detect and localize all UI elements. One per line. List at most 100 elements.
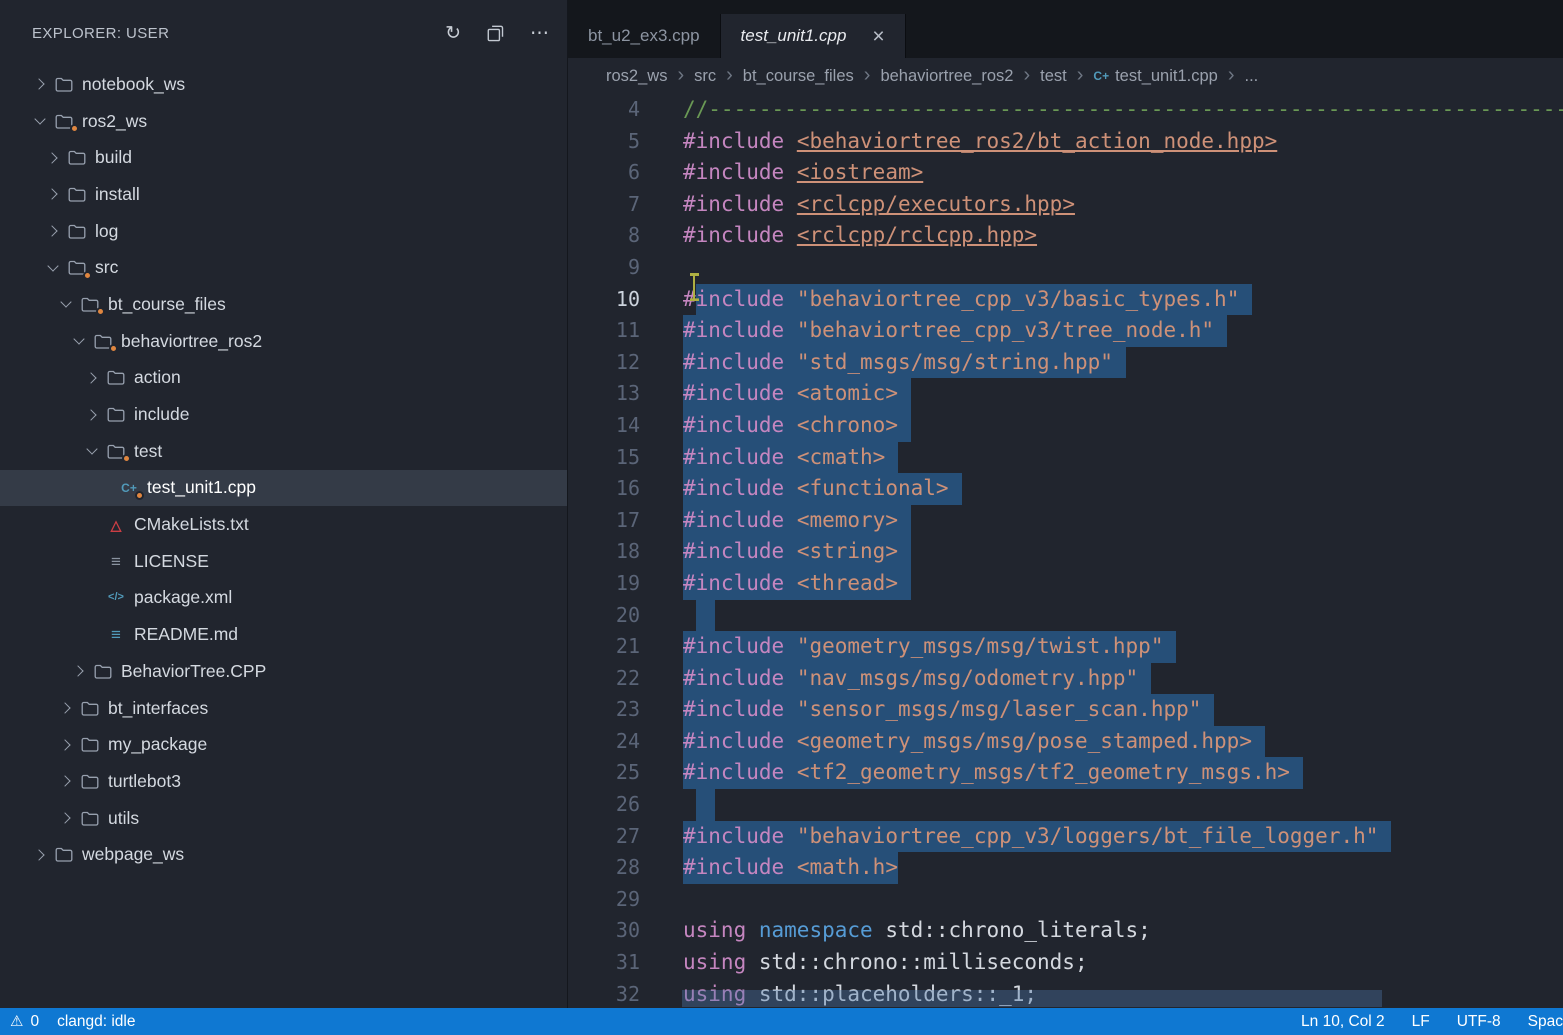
code-line-5[interactable]: 5#include <behaviortree_ros2/bt_action_n… [568, 126, 1563, 158]
line-content: #include "nav_msgs/msg/odometry.hpp" [683, 663, 1563, 695]
tree-item-LICENSE[interactable]: ≡LICENSE [0, 543, 567, 580]
folder-icon [65, 148, 89, 168]
tree-item-label: my_package [108, 734, 207, 755]
code-line-30[interactable]: 30using namespace std::chrono_literals; [568, 915, 1563, 947]
code-line-17[interactable]: 17#include <memory> [568, 505, 1563, 537]
tree-item-notebook_ws[interactable]: notebook_ws [0, 66, 567, 103]
tree-item-label: action [134, 367, 181, 388]
code-line-21[interactable]: 21#include "geometry_msgs/msg/twist.hpp" [568, 631, 1563, 663]
code-token: using [683, 918, 746, 942]
code-line-24[interactable]: 24#include <geometry_msgs/msg/pose_stamp… [568, 726, 1563, 758]
code-token: "std_msgs/msg/string.hpp" [797, 350, 1113, 374]
code-token: #include [683, 824, 784, 848]
code-line-6[interactable]: 6#include <iostream> [568, 157, 1563, 189]
code-area[interactable]: 4//-------------------------------------… [568, 94, 1563, 1008]
code-line-23[interactable]: 23#include "sensor_msgs/msg/laser_scan.h… [568, 694, 1563, 726]
code-token: #include [683, 318, 784, 342]
code-line-9[interactable]: 9 [568, 252, 1563, 284]
line-content: #include <tf2_geometry_msgs/tf2_geometry… [683, 757, 1563, 789]
problems-indicator[interactable]: ⚠ 0 [10, 1013, 39, 1031]
cursor-position[interactable]: Ln 10, Col 2 [1301, 1013, 1385, 1031]
code-line-8[interactable]: 8#include <rclcpp/rclcpp.hpp> [568, 220, 1563, 252]
code-token: #include [683, 697, 784, 721]
code-line-10[interactable]: 10#include "behaviortree_cpp_v3/basic_ty… [568, 284, 1563, 316]
selection-highlight: include "behaviortree_cpp_v3/basic_types… [696, 284, 1253, 316]
tree-item-src[interactable]: src [0, 249, 567, 286]
tree-item-build[interactable]: build [0, 139, 567, 176]
code-token: <rclcpp/rclcpp.hpp> [797, 223, 1037, 247]
tree-item-README.md[interactable]: ≡README.md [0, 616, 567, 653]
tree-item-my_package[interactable]: my_package [0, 726, 567, 763]
code-line-4[interactable]: 4//-------------------------------------… [568, 94, 1563, 126]
breadcrumb-item-src[interactable]: src [694, 67, 716, 86]
line-content: #include "sensor_msgs/msg/laser_scan.hpp… [683, 694, 1563, 726]
code-line-12[interactable]: 12#include "std_msgs/msg/string.hpp" [568, 347, 1563, 379]
code-line-19[interactable]: 19#include <thread> [568, 568, 1563, 600]
breadcrumb-item-behaviortree_ros2[interactable]: behaviortree_ros2 [880, 67, 1013, 86]
encoding-indicator[interactable]: UTF-8 [1457, 1013, 1501, 1031]
eol-indicator[interactable]: LF [1412, 1013, 1430, 1031]
line-number: 12 [568, 347, 683, 379]
tree-item-webpage_ws[interactable]: webpage_ws [0, 836, 567, 873]
code-line-13[interactable]: 13#include <atomic> [568, 378, 1563, 410]
tree-item-label: README.md [134, 624, 238, 645]
code-token [784, 476, 797, 500]
code-line-31[interactable]: 31using std::chrono::milliseconds; [568, 947, 1563, 979]
breadcrumb-item-ros2_ws[interactable]: ros2_ws [606, 67, 667, 86]
tree-item-label: webpage_ws [82, 844, 184, 865]
tree-item-ros2_ws[interactable]: ros2_ws [0, 103, 567, 140]
code-line-27[interactable]: 27#include "behaviortree_cpp_v3/loggers/… [568, 821, 1563, 853]
code-line-14[interactable]: 14#include <chrono> [568, 410, 1563, 442]
tree-item-install[interactable]: install [0, 176, 567, 213]
tree-item-behaviortree_ros2[interactable]: behaviortree_ros2 [0, 323, 567, 360]
indent-indicator[interactable]: Spac [1528, 1013, 1563, 1031]
breadcrumb-item-test_unit1.cpp[interactable]: C+test_unit1.cpp [1093, 67, 1217, 86]
line-content: #include "behaviortree_cpp_v3/loggers/bt… [683, 821, 1563, 853]
line-number: 31 [568, 947, 683, 979]
code-token: #include [683, 539, 784, 563]
tree-item-package.xml[interactable]: </>package.xml [0, 580, 567, 617]
editor-layout-icon[interactable] [487, 25, 504, 42]
language-server-status[interactable]: clangd: idle [57, 1013, 135, 1031]
horizontal-scrollbar[interactable] [682, 990, 1382, 1007]
line-content [683, 789, 1563, 821]
tree-item-include[interactable]: include [0, 396, 567, 433]
code-line-7[interactable]: 7#include <rclcpp/executors.hpp> [568, 189, 1563, 221]
tree-item-action[interactable]: action [0, 360, 567, 397]
tree-item-bt_course_files[interactable]: bt_course_files [0, 286, 567, 323]
code-line-20[interactable]: 20 [568, 600, 1563, 632]
chevron-right-icon [56, 800, 76, 837]
status-left: ⚠ 0 clangd: idle [10, 1008, 136, 1035]
tab-test_unit1.cpp[interactable]: test_unit1.cpp× [721, 14, 906, 58]
code-line-22[interactable]: 22#include "nav_msgs/msg/odometry.hpp" [568, 663, 1563, 695]
tree-item-utils[interactable]: utils [0, 800, 567, 837]
tree-item-log[interactable]: log [0, 213, 567, 250]
code-line-25[interactable]: 25#include <tf2_geometry_msgs/tf2_geomet… [568, 757, 1563, 789]
tree-item-turtlebot3[interactable]: turtlebot3 [0, 763, 567, 800]
tree-item-test[interactable]: test [0, 433, 567, 470]
code-token: <string> [797, 539, 898, 563]
selection-highlight: #include "behaviortree_cpp_v3/loggers/bt… [683, 821, 1391, 853]
tree-item-test_unit1.cpp[interactable]: C+test_unit1.cpp [0, 470, 567, 507]
code-line-18[interactable]: 18#include <string> [568, 536, 1563, 568]
tab-bt_u2_ex3.cpp[interactable]: bt_u2_ex3.cpp [568, 14, 721, 58]
close-icon[interactable]: × [872, 26, 884, 47]
code-token: <tf2_geometry_msgs/tf2_geometry_msgs.h> [797, 760, 1290, 784]
code-line-29[interactable]: 29 [568, 884, 1563, 916]
tree-item-CMakeLists.txt[interactable]: △CMakeLists.txt [0, 506, 567, 543]
breadcrumb-item-...[interactable]: ... [1245, 67, 1259, 86]
code-line-26[interactable]: 26 [568, 789, 1563, 821]
tree-item-BehaviorTree.CPP[interactable]: BehaviorTree.CPP [0, 653, 567, 690]
code-token: <chrono> [797, 413, 898, 437]
breadcrumb-item-bt_course_files[interactable]: bt_course_files [743, 67, 854, 86]
code-line-16[interactable]: 16#include <functional> [568, 473, 1563, 505]
tree-item-bt_interfaces[interactable]: bt_interfaces [0, 690, 567, 727]
more-actions-icon[interactable]: ⋯ [530, 24, 549, 43]
line-content [683, 600, 1563, 632]
selection-highlight: #include "behaviortree_cpp_v3/tree_node.… [683, 315, 1227, 347]
refresh-icon[interactable]: ↻ [445, 24, 461, 43]
breadcrumb-item-test[interactable]: test [1040, 67, 1067, 86]
code-line-15[interactable]: 15#include <cmath> [568, 442, 1563, 474]
code-line-11[interactable]: 11#include "behaviortree_cpp_v3/tree_nod… [568, 315, 1563, 347]
code-line-28[interactable]: 28#include <math.h> [568, 852, 1563, 884]
